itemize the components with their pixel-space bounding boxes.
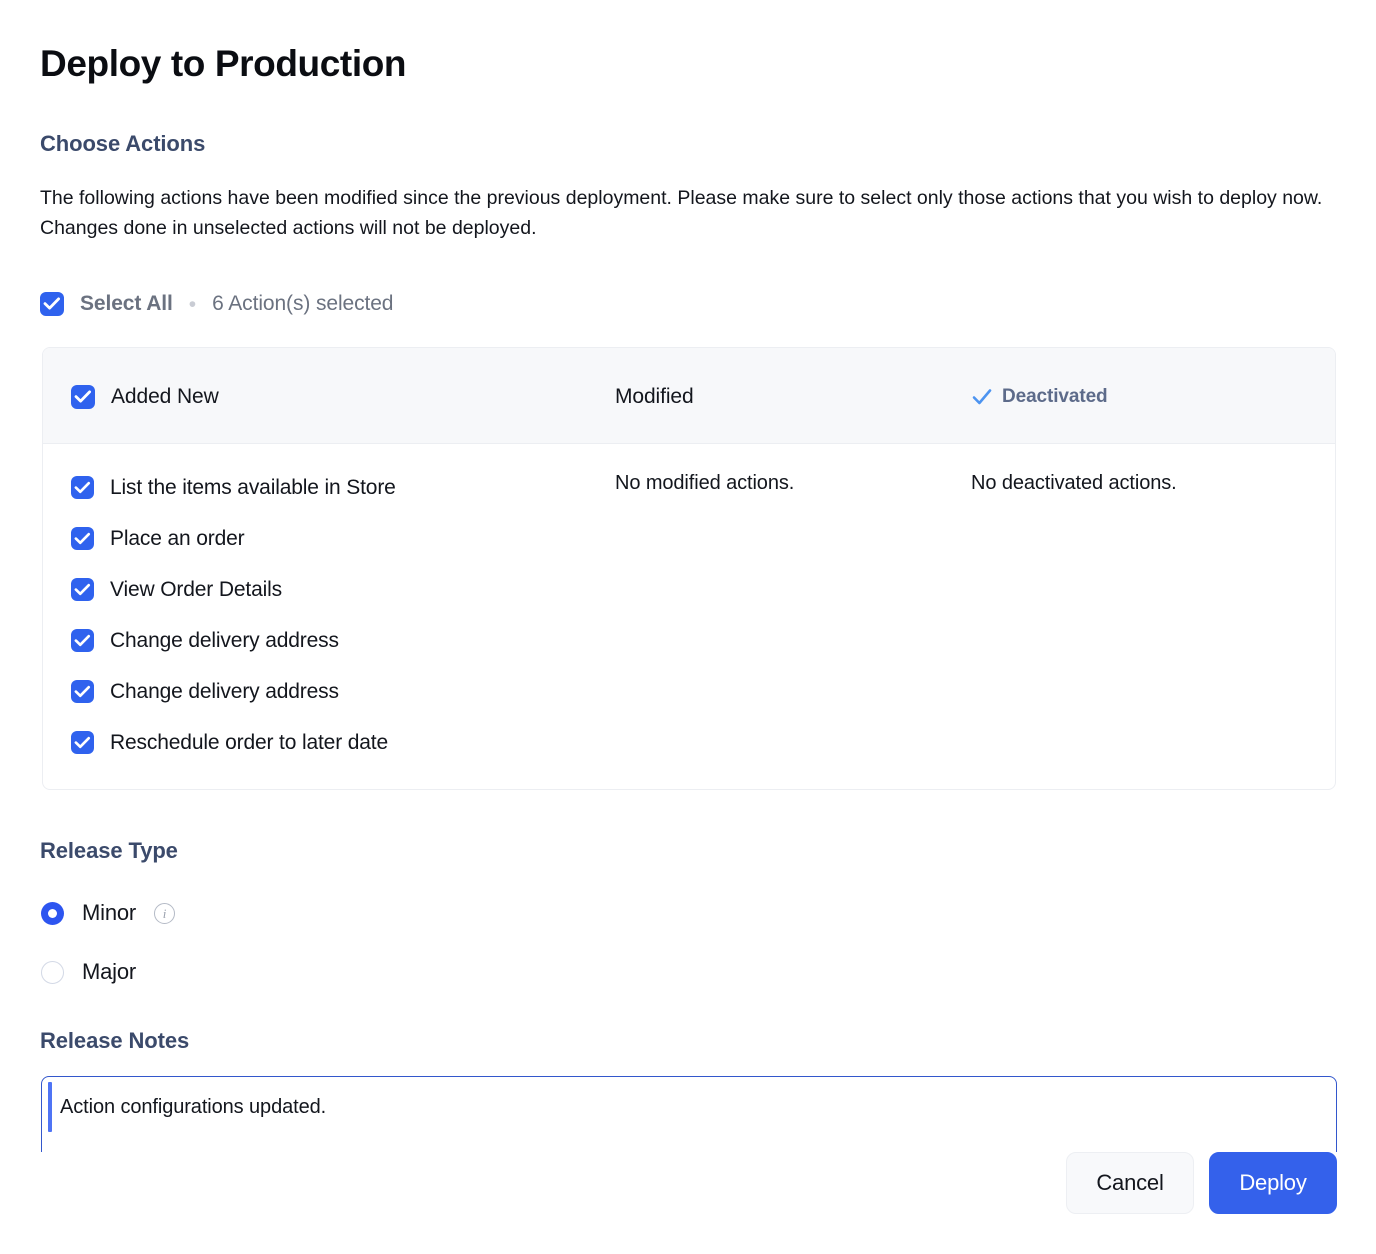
select-all-row[interactable]: Select All • 6 Action(s) selected	[40, 288, 393, 320]
actions-card: Added New Modified Deactivated	[42, 347, 1336, 790]
list-item[interactable]: Change delivery address	[71, 677, 396, 706]
radio-minor-input[interactable]	[41, 902, 64, 925]
check-mark-icon	[971, 386, 993, 408]
choose-actions-description: The following actions have been modified…	[40, 183, 1330, 243]
deploy-button[interactable]: Deploy	[1209, 1152, 1337, 1214]
radio-minor-label: Minor	[82, 900, 136, 926]
dialog-footer: Cancel Deploy	[0, 1152, 1376, 1254]
release-type-heading: Release Type	[40, 838, 178, 864]
text-caret	[48, 1082, 52, 1132]
added-new-label: Added New	[111, 385, 219, 409]
deactivated-empty-text: No deactivated actions.	[971, 472, 1177, 495]
deactivated-label: Deactivated	[1002, 386, 1108, 408]
action-checkbox[interactable]	[71, 527, 94, 550]
release-notes-value: Action configurations updated.	[60, 1096, 326, 1119]
choose-actions-heading: Choose Actions	[40, 131, 205, 157]
column-header-added-new[interactable]: Added New	[71, 384, 219, 410]
selected-count-text: 6 Action(s) selected	[212, 292, 393, 316]
select-all-checkbox[interactable]	[40, 292, 64, 316]
action-label: Place an order	[110, 527, 244, 551]
action-label: View Order Details	[110, 578, 282, 602]
page-title: Deploy to Production	[40, 44, 406, 85]
action-checkbox[interactable]	[71, 680, 94, 703]
added-new-checkbox[interactable]	[71, 385, 95, 409]
release-notes-heading: Release Notes	[40, 1028, 189, 1054]
action-label: Reschedule order to later date	[110, 731, 388, 755]
info-icon[interactable]: i	[154, 903, 175, 924]
list-item[interactable]: View Order Details	[71, 575, 396, 604]
cancel-button[interactable]: Cancel	[1066, 1152, 1194, 1214]
action-checkbox[interactable]	[71, 731, 94, 754]
deactivated-header-group: Deactivated	[971, 386, 1108, 408]
column-header-deactivated: Deactivated	[971, 384, 1108, 410]
radio-major-label: Major	[82, 959, 136, 985]
action-label: Change delivery address	[110, 680, 339, 704]
separator-dot: •	[189, 294, 196, 315]
radio-option-major[interactable]: Major	[41, 957, 136, 987]
action-label: Change delivery address	[110, 629, 339, 653]
actions-card-header: Added New Modified Deactivated	[43, 348, 1335, 444]
select-all-label: Select All	[80, 292, 173, 316]
list-item[interactable]: Change delivery address	[71, 626, 396, 655]
list-item[interactable]: Place an order	[71, 524, 396, 553]
modified-empty-text: No modified actions.	[615, 472, 794, 495]
radio-option-minor[interactable]: Minor i	[41, 898, 175, 928]
modified-label: Modified	[615, 385, 694, 409]
added-new-action-list: List the items available in Store Place …	[71, 473, 396, 757]
column-header-modified: Modified	[615, 384, 694, 410]
action-checkbox[interactable]	[71, 578, 94, 601]
action-checkbox[interactable]	[71, 629, 94, 652]
radio-major-input[interactable]	[41, 961, 64, 984]
list-item[interactable]: List the items available in Store	[71, 473, 396, 502]
list-item[interactable]: Reschedule order to later date	[71, 728, 396, 757]
actions-card-body: List the items available in Store Place …	[43, 444, 1335, 790]
action-checkbox[interactable]	[71, 476, 94, 499]
deploy-to-production-dialog: Deploy to Production Choose Actions The …	[0, 0, 1376, 1254]
action-label: List the items available in Store	[110, 476, 396, 500]
